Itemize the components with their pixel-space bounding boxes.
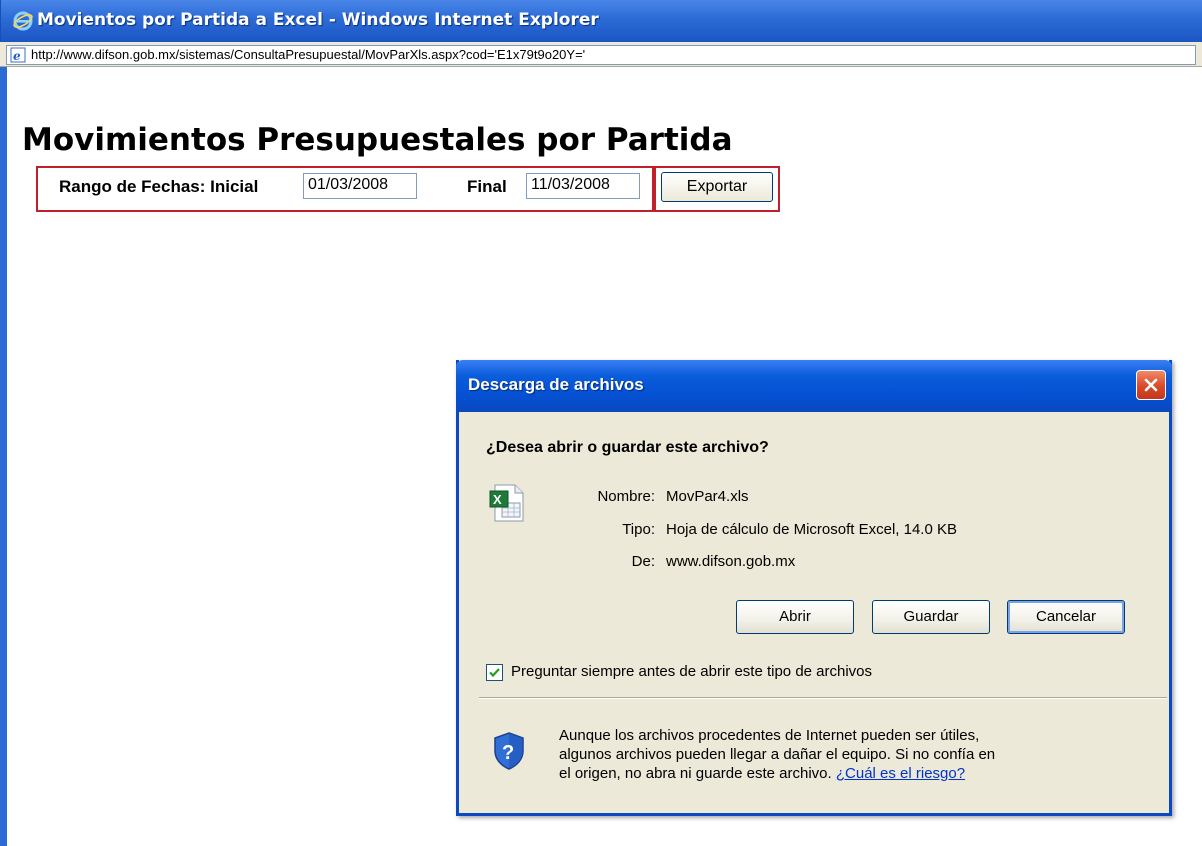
warning-line-3-text: el origen, no abra ni guarde este archiv… bbox=[559, 765, 832, 782]
browser-title-bar[interactable]: Movientos por Partida a Excel - Windows … bbox=[0, 0, 1202, 42]
file-name-label: Nombre: bbox=[597, 488, 655, 505]
checkmark-icon bbox=[489, 668, 500, 678]
url-field[interactable]: e http://www.difson.gob.mx/sistemas/Cons… bbox=[6, 45, 1196, 65]
end-date-input[interactable]: 11/03/2008 bbox=[526, 173, 640, 199]
date-range-label: Rango de Fechas: Inicial bbox=[59, 177, 259, 196]
dialog-divider bbox=[479, 697, 1167, 699]
always-ask-label[interactable]: Preguntar siempre antes de abrir este ti… bbox=[511, 663, 872, 680]
dialog-title: Descarga de archivos bbox=[468, 375, 644, 394]
dialog-close-button[interactable] bbox=[1136, 370, 1166, 400]
save-button[interactable]: Guardar bbox=[872, 600, 990, 634]
always-ask-checkbox[interactable] bbox=[486, 664, 503, 681]
internet-explorer-icon bbox=[13, 11, 33, 31]
file-source-label: De: bbox=[631, 553, 655, 570]
risk-link[interactable]: ¿Cuál es el riesgo? bbox=[836, 765, 965, 782]
svg-text:?: ? bbox=[502, 742, 514, 764]
security-shield-icon: ? bbox=[494, 732, 524, 770]
close-icon bbox=[1144, 378, 1158, 392]
dialog-title-bar[interactable]: Descarga de archivos bbox=[456, 360, 1172, 412]
warning-line-3: el origen, no abra ni guarde este archiv… bbox=[559, 764, 1059, 783]
end-date-label: Final bbox=[467, 177, 507, 196]
file-name-value: MovPar4.xls bbox=[666, 488, 749, 505]
window-title: Movientos por Partida a Excel - Windows … bbox=[37, 10, 599, 30]
url-text: http://www.difson.gob.mx/sistemas/Consul… bbox=[31, 47, 586, 62]
ie-page-icon: e bbox=[10, 47, 26, 63]
file-source-value: www.difson.gob.mx bbox=[666, 553, 796, 570]
dialog-question: ¿Desea abrir o guardar este archivo? bbox=[486, 439, 769, 456]
file-type-value: Hoja de cálculo de Microsoft Excel, 14.0… bbox=[666, 521, 957, 538]
open-button[interactable]: Abrir bbox=[736, 600, 854, 634]
svg-text:X: X bbox=[493, 492, 502, 507]
excel-file-icon: X bbox=[489, 484, 524, 522]
file-type-label: Tipo: bbox=[622, 521, 655, 538]
page-title: Movimientos Presupuestales por Partida bbox=[22, 122, 733, 158]
address-bar: e http://www.difson.gob.mx/sistemas/Cons… bbox=[0, 42, 1202, 67]
export-button[interactable]: Exportar bbox=[661, 172, 773, 202]
start-date-input[interactable]: 01/03/2008 bbox=[303, 173, 417, 199]
svg-text:e: e bbox=[13, 49, 21, 63]
cancel-button[interactable]: Cancelar bbox=[1007, 600, 1125, 634]
security-warning-text: Aunque los archivos procedentes de Inter… bbox=[559, 726, 1059, 783]
warning-line-1: Aunque los archivos procedentes de Inter… bbox=[559, 727, 980, 744]
warning-line-2: algunos archivos pueden llegar a dañar e… bbox=[559, 746, 996, 763]
window-left-border bbox=[0, 67, 7, 846]
file-download-dialog: Descarga de archivos ¿Desea abrir o guar… bbox=[456, 360, 1172, 816]
